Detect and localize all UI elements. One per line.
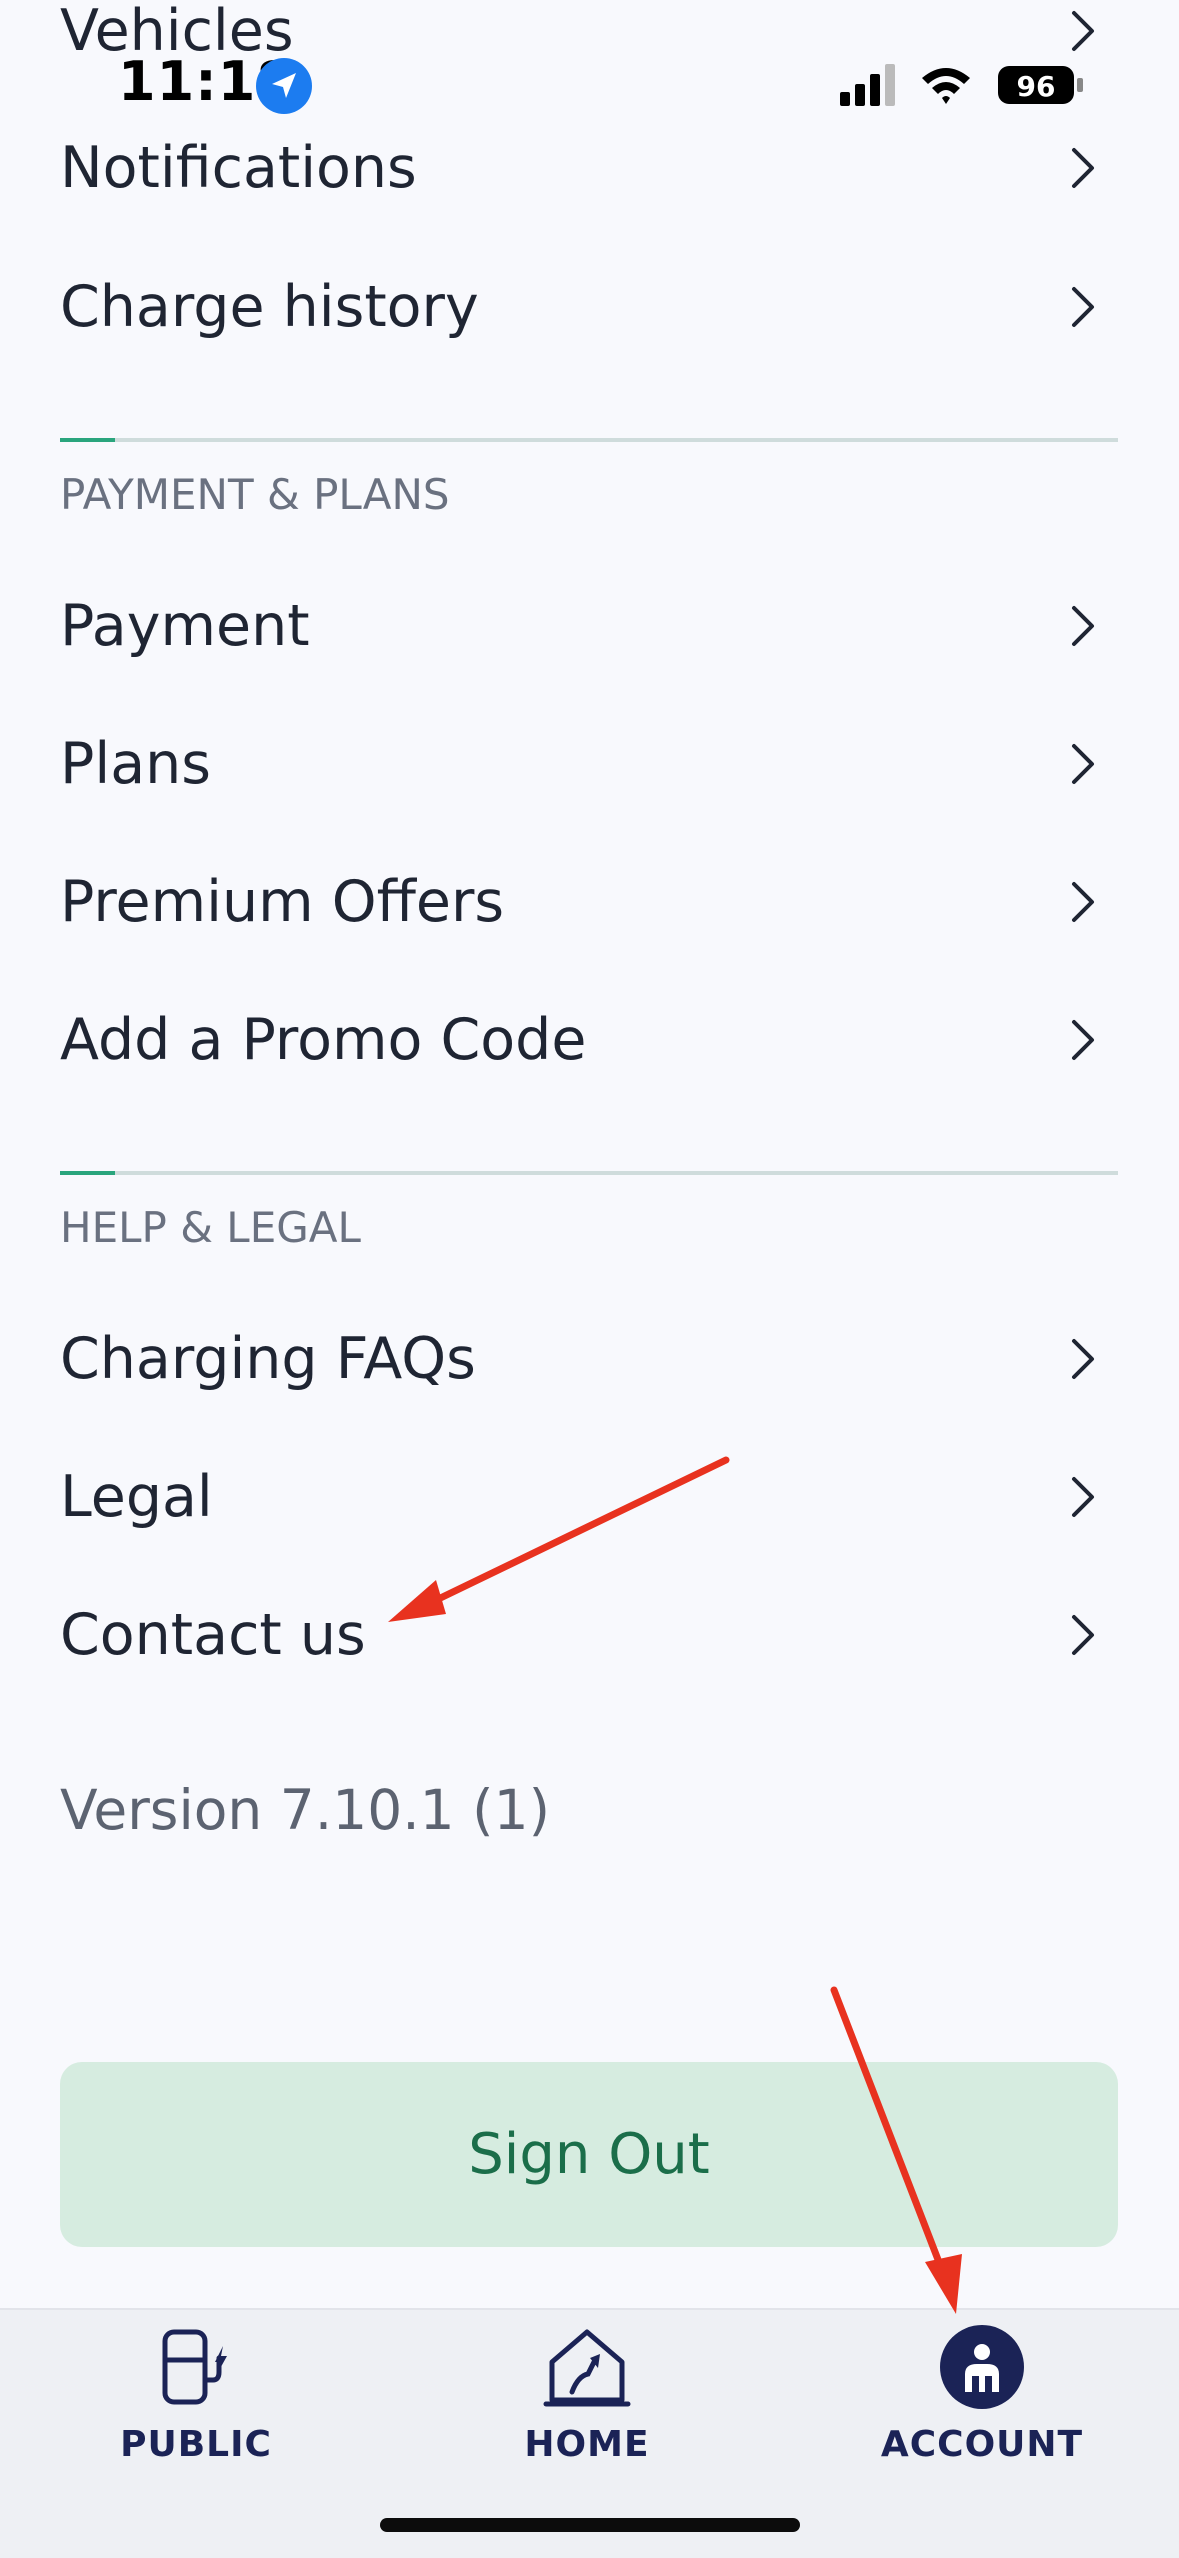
menu-item-charging-faqs[interactable]: Charging FAQs [60,1304,1120,1414]
chevron-right-icon [1072,1477,1094,1517]
section-heading-payment-plans: PAYMENT & PLANS [60,470,450,519]
menu-item-premium-offers[interactable]: Premium Offers [60,847,1120,957]
home-charger-icon [543,2329,631,2407]
sign-out-button[interactable]: Sign Out [60,2062,1118,2247]
app-version: Version 7.10.1 (1) [60,1778,551,1842]
menu-item-label: Premium Offers [60,869,505,935]
menu-item-label: Charging FAQs [60,1326,476,1392]
home-indicator [380,2518,800,2532]
chevron-right-icon [1072,287,1094,327]
menu-item-legal[interactable]: Legal [60,1442,1120,1552]
menu-item-label: Vehicles [60,0,294,64]
menu-item-payment[interactable]: Payment [60,571,1120,681]
chevron-right-icon [1072,1615,1094,1655]
menu-item-label: Charge history [60,274,479,340]
menu-item-label: Payment [60,593,310,659]
menu-item-label: Contact us [60,1602,366,1668]
account-icon [940,2325,1024,2409]
menu-item-label: Plans [60,731,211,797]
chevron-right-icon [1072,148,1094,188]
menu-item-notifications[interactable]: Notifications [60,113,1120,223]
tab-home[interactable]: HOME [437,2310,737,2480]
menu-item-promo-code[interactable]: Add a Promo Code [60,985,1120,1095]
chevron-right-icon [1072,1020,1094,1060]
tab-label: HOME [524,2424,650,2465]
section-divider [60,438,1118,442]
menu-item-label: Add a Promo Code [60,1007,587,1073]
chevron-right-icon [1072,1339,1094,1379]
charging-station-icon [162,2329,227,2405]
tab-label: PUBLIC [120,2424,272,2465]
tab-account[interactable]: ACCOUNT [832,2310,1132,2480]
chevron-right-icon [1072,606,1094,646]
menu-item-contact-us[interactable]: Contact us [60,1580,1120,1690]
menu-item-label: Legal [60,1464,213,1530]
section-heading-help-legal: HELP & LEGAL [60,1203,361,1252]
menu-item-plans[interactable]: Plans [60,709,1120,819]
menu-item-vehicles[interactable]: Vehicles [60,0,1120,86]
chevron-right-icon [1072,11,1094,51]
chevron-right-icon [1072,744,1094,784]
menu-item-charge-history[interactable]: Charge history [60,252,1120,362]
menu-item-label: Notifications [60,135,417,201]
tab-label: ACCOUNT [880,2424,1084,2465]
tab-public[interactable]: PUBLIC [46,2310,346,2480]
section-divider [60,1171,1118,1175]
chevron-right-icon [1072,882,1094,922]
